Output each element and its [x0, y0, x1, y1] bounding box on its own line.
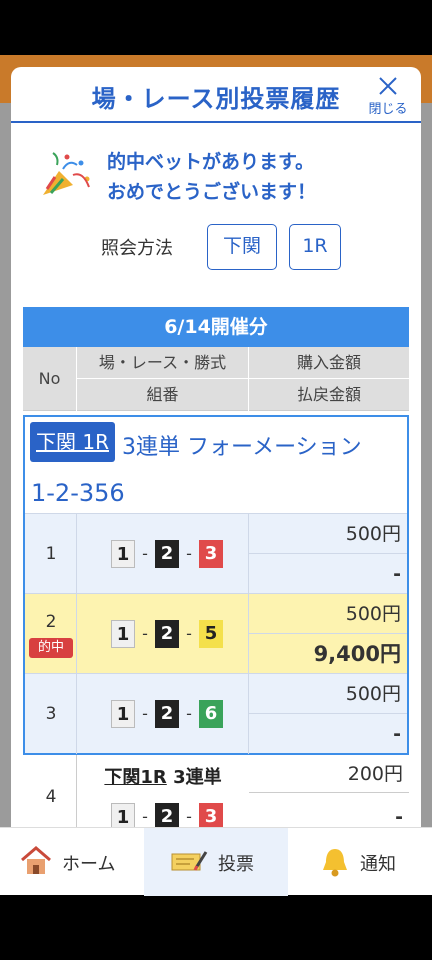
bet-type: 3連単	[173, 767, 222, 788]
tab-notify-label: 通知	[360, 854, 396, 875]
table-header: No 場・レース・勝式 組番 購入金額 払戻金額	[23, 347, 409, 411]
purchase-amount: 200円	[249, 755, 409, 793]
payout-amount: 9,400円	[313, 642, 401, 666]
tab-notify[interactable]: 通知	[288, 828, 432, 896]
app-background: 場・レース別投票履歴 閉じる 的中ベットがあります。 おめでとうございます！ 照…	[0, 55, 432, 895]
row-no: 1	[45, 544, 57, 564]
venue-race-link[interactable]: 下関1R	[104, 767, 166, 788]
bet-type: 3連単 フォーメーション	[122, 435, 362, 460]
hit-message-line1: 的中ベットがあります。	[107, 151, 315, 173]
close-icon	[379, 77, 397, 95]
bell-icon	[323, 849, 347, 877]
row-title: 下関1R 3連単	[77, 763, 249, 789]
boat-1: 1	[111, 540, 135, 568]
tab-home-label: ホーム	[62, 854, 116, 875]
boat-2: 2	[155, 700, 179, 728]
purchase-amount: 500円	[249, 674, 407, 714]
boat-1: 1	[111, 620, 135, 648]
row-no: 3	[45, 704, 57, 724]
ticket-pen-icon	[171, 851, 208, 871]
row-no-cell: 2 的中	[25, 594, 77, 674]
boat-2: 2	[155, 540, 179, 568]
col-combo: 組番	[77, 379, 249, 411]
payout-amount: -	[393, 723, 401, 745]
combo-cell: 1 - 2 - 6	[77, 674, 249, 754]
hit-message-line2: おめでとうございます！	[107, 181, 317, 203]
boat-1: 1	[111, 700, 135, 728]
bottom-tab-bar: ホーム 投票 通知	[0, 827, 432, 896]
party-popper-icon	[43, 152, 90, 195]
boat-3: 3	[199, 540, 223, 568]
dash: -	[142, 704, 148, 723]
col-payout: 払戻金額	[296, 385, 361, 404]
history-table: 6/14開催分 No 場・レース・勝式 組番 購入金額 払戻金額 下関 1R 3…	[23, 307, 409, 839]
dash: -	[186, 704, 192, 723]
purchase-amount: 500円	[249, 514, 407, 554]
race-button[interactable]: 1R	[289, 224, 341, 270]
row-no: 2	[45, 612, 57, 632]
history-modal: 場・レース別投票履歴 閉じる 的中ベットがあります。 おめでとうございます！ 照…	[11, 67, 421, 840]
table-row: 1 1 - 2 - 3 500円 -	[25, 513, 407, 594]
combo-cell: 1 - 2 - 5	[77, 594, 249, 674]
screen: 場・レース別投票履歴 閉じる 的中ベットがあります。 おめでとうございます！ 照…	[0, 0, 432, 960]
col-no: No	[23, 347, 77, 411]
bet-group: 下関 1R 3連単 フォーメーション 1-2-356 1 1 - 2 - 3 5…	[23, 415, 409, 755]
query-label: 照会方法	[101, 238, 173, 259]
modal-title: 場・レース別投票履歴	[91, 85, 341, 113]
boat-6: 6	[199, 700, 223, 728]
tab-vote[interactable]: 投票	[144, 828, 288, 896]
date-header: 6/14開催分	[23, 307, 409, 347]
tab-home[interactable]: ホーム	[0, 828, 144, 896]
dash: -	[142, 544, 148, 563]
home-icon	[21, 846, 51, 874]
dash: -	[142, 624, 148, 643]
hit-message: 的中ベットがあります。 おめでとうございます！	[37, 147, 397, 207]
col-purchase: 購入金額	[249, 347, 409, 379]
combo-cell: 1 - 2 - 3	[77, 514, 249, 594]
hit-badge: 的中	[29, 638, 73, 658]
dash: -	[186, 544, 192, 563]
table-row: 3 1 - 2 - 6 500円 -	[25, 673, 407, 754]
venue-race-link[interactable]: 下関 1R	[30, 422, 115, 462]
row-no-cell: 3	[25, 674, 77, 754]
close-button[interactable]: 閉じる	[365, 75, 411, 117]
row-no-cell: 1	[25, 514, 77, 594]
row-no: 4	[45, 787, 57, 807]
boat-5: 5	[199, 620, 223, 648]
formation: 1-2-356	[31, 479, 125, 507]
group-header: 下関 1R 3連単 フォーメーション 1-2-356	[25, 417, 407, 513]
payout-amount: -	[393, 563, 401, 585]
boat-2: 2	[155, 620, 179, 648]
tab-vote-label: 投票	[218, 854, 254, 875]
table-row: 2 的中 1 - 2 - 5 500円 9,400円	[25, 593, 407, 674]
venue-button[interactable]: 下関	[207, 224, 277, 270]
col-race: 場・レース・勝式	[77, 347, 249, 379]
close-label: 閉じる	[368, 102, 408, 117]
dash: -	[186, 624, 192, 643]
modal-header: 場・レース別投票履歴 閉じる	[11, 67, 421, 123]
purchase-amount: 500円	[249, 594, 407, 634]
